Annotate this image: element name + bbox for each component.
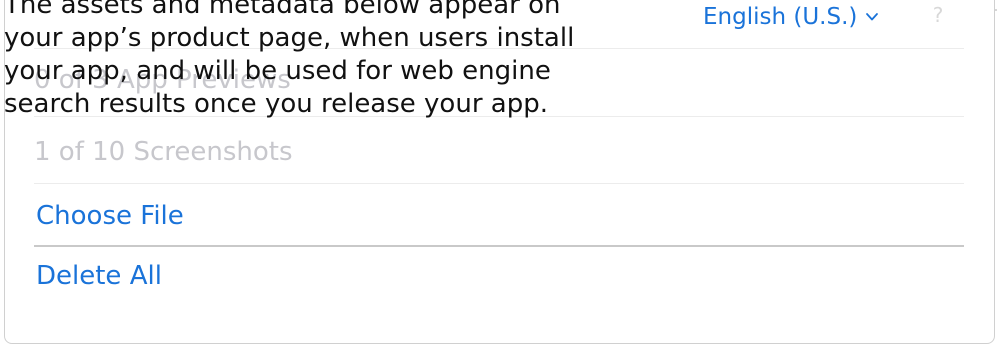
- delete-all-menu-item[interactable]: Delete All: [34, 250, 964, 302]
- product-page-tooltip: The assets and metadata below appear on …: [4, 0, 604, 121]
- tooltip-line: The assets and metadata below appear on: [4, 0, 561, 20]
- row-divider: [34, 183, 964, 184]
- tooltip-line: search results once you release your app…: [4, 89, 548, 119]
- language-select[interactable]: English (U.S.): [703, 4, 879, 30]
- file-actions-menu: Choose File Delete All: [34, 190, 964, 302]
- language-select-label: English (U.S.): [703, 4, 858, 30]
- tooltip-line: your app, and will be used for web engin…: [4, 56, 551, 86]
- screenshots-count: 1 of 10 Screenshots: [34, 137, 293, 167]
- chevron-down-icon: [866, 13, 879, 21]
- question-mark-icon[interactable]: ?: [931, 3, 945, 27]
- choose-file-menu-item[interactable]: Choose File: [34, 190, 964, 242]
- tooltip-line: your app’s product page, when users inst…: [4, 23, 575, 53]
- app-media-section: 0 of 3 App Previews 1 of 10 Screenshots …: [0, 0, 997, 346]
- menu-separator: [34, 245, 964, 247]
